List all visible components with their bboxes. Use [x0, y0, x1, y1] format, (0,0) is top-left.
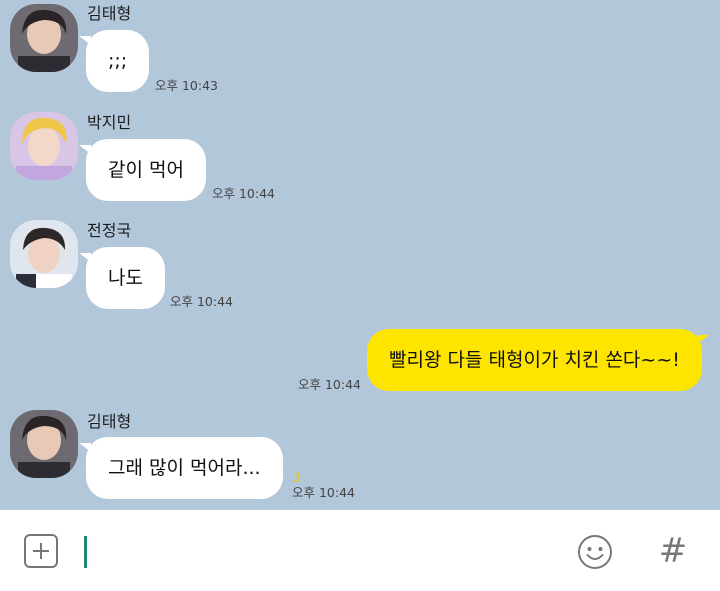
avatar[interactable] — [10, 4, 78, 72]
hashtag-icon[interactable]: # — [656, 532, 690, 570]
message-time: 오후 10:44 — [298, 377, 361, 392]
message-time: 오후 10:44 — [212, 186, 275, 201]
sender-name: 박지민 — [87, 113, 132, 132]
message-time: 오후 10:44 — [292, 485, 355, 500]
unread-count: 3 — [293, 471, 301, 485]
message-time: 오후 10:44 — [170, 294, 233, 309]
my-message-bubble[interactable]: 빨리왕 다들 태형이가 치킨 쏜다~~! — [367, 329, 709, 391]
avatar[interactable] — [10, 220, 78, 288]
chat-area[interactable]: 김태형 ;;; 오후 10:43 박지민 같이 먹어 오후 10:44 전정국 … — [0, 0, 720, 510]
message-bubble[interactable]: ;;; — [78, 30, 150, 92]
sender-name: 김태형 — [87, 412, 132, 431]
message-input[interactable] — [90, 530, 554, 576]
sender-name: 전정국 — [87, 221, 132, 240]
message-bubble[interactable]: 같이 먹어 — [79, 139, 206, 201]
text-cursor — [84, 536, 87, 568]
avatar[interactable] — [10, 112, 78, 180]
sender-name: 김태형 — [87, 4, 132, 23]
smiley-icon[interactable] — [577, 534, 613, 570]
message-time: 오후 10:43 — [155, 78, 218, 93]
message-bubble[interactable]: 그래 많이 먹어라... — [79, 437, 283, 499]
message-bubble[interactable]: 나도 — [79, 247, 165, 309]
avatar[interactable] — [10, 410, 78, 478]
plus-square-icon[interactable] — [24, 534, 58, 568]
